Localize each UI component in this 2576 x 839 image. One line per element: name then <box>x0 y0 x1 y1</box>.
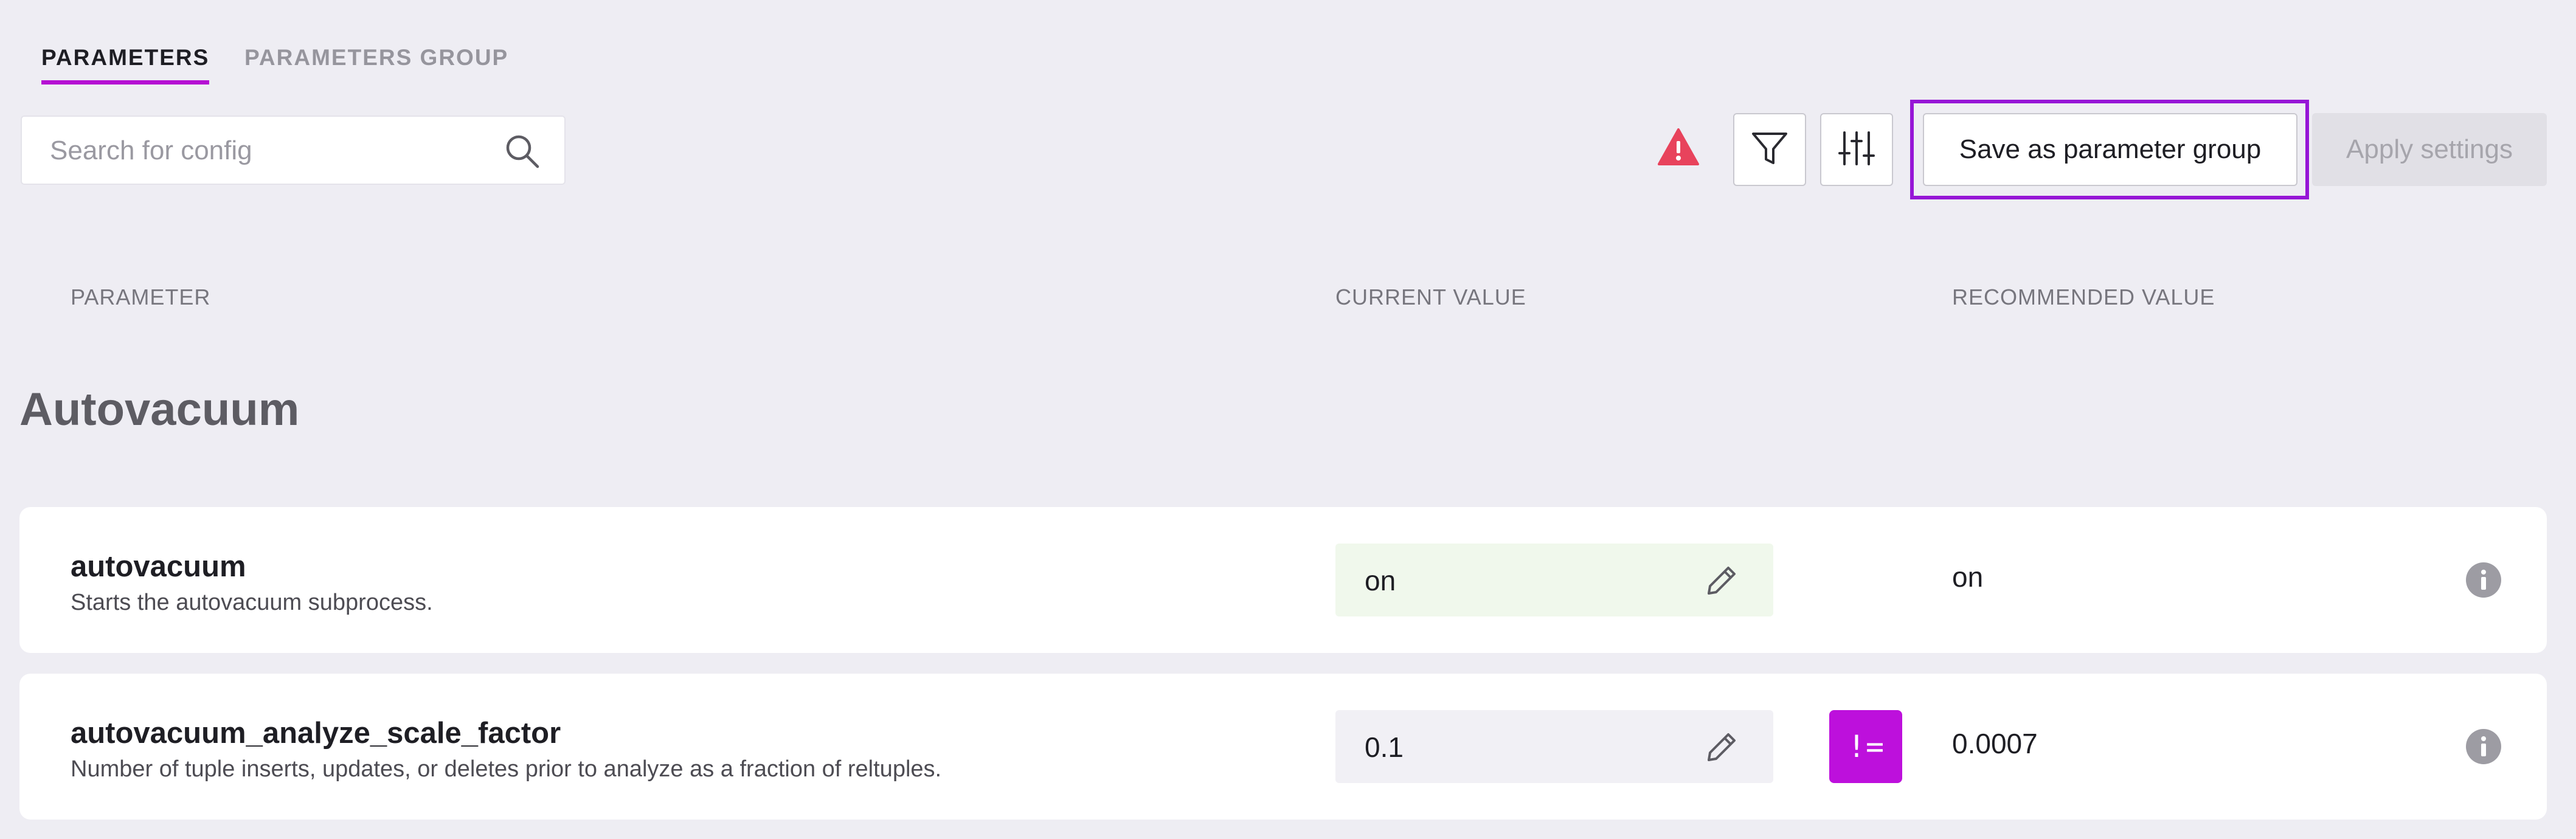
search-box <box>21 116 566 185</box>
parameter-row: autovacuum Starts the autovacuum subproc… <box>19 507 2547 653</box>
parameter-name: autovacuum <box>71 550 246 583</box>
tab-parameters[interactable]: PARAMETERS <box>41 44 210 85</box>
column-header-parameter: PARAMETER <box>71 285 211 309</box>
parameter-description: Starts the autovacuum subprocess. <box>71 590 433 615</box>
search-input[interactable] <box>49 117 501 185</box>
filter-button[interactable] <box>1733 113 1806 186</box>
parameter-name: autovacuum_analyze_scale_factor <box>71 717 561 750</box>
adjust-settings-button[interactable] <box>1820 113 1893 186</box>
parameter-row: autovacuum_analyze_scale_factor Number o… <box>19 674 2547 820</box>
warning-triangle-icon[interactable] <box>1657 128 1700 170</box>
apply-settings-button[interactable]: Apply settings <box>2312 113 2547 186</box>
search-icon[interactable] <box>504 133 541 173</box>
info-icon[interactable] <box>2465 562 2502 601</box>
pencil-icon[interactable] <box>1703 561 1742 602</box>
tab-parameters-group[interactable]: PARAMETERS GROUP <box>244 44 508 72</box>
current-value: on <box>1365 565 1396 596</box>
recommended-value: 0.0007 <box>1952 728 2038 759</box>
not-equal-badge[interactable]: != <box>1829 710 1902 783</box>
pencil-icon[interactable] <box>1703 727 1742 769</box>
column-header-current-value: CURRENT VALUE <box>1335 285 1526 309</box>
recommended-value: on <box>1952 561 1984 593</box>
filter-icon <box>1750 129 1789 171</box>
save-as-parameter-group-button[interactable]: Save as parameter group <box>1923 113 2297 186</box>
current-value: 0.1 <box>1365 731 1404 763</box>
current-value-field[interactable]: 0.1 <box>1335 710 1773 783</box>
sliders-icon <box>1837 129 1876 171</box>
column-header-recommended-value: RECOMMENDED VALUE <box>1952 285 2215 309</box>
section-title: Autovacuum <box>19 384 300 435</box>
current-value-field[interactable]: on <box>1335 544 1773 616</box>
parameter-description: Number of tuple inserts, updates, or del… <box>71 756 942 782</box>
info-icon[interactable] <box>2465 728 2502 768</box>
